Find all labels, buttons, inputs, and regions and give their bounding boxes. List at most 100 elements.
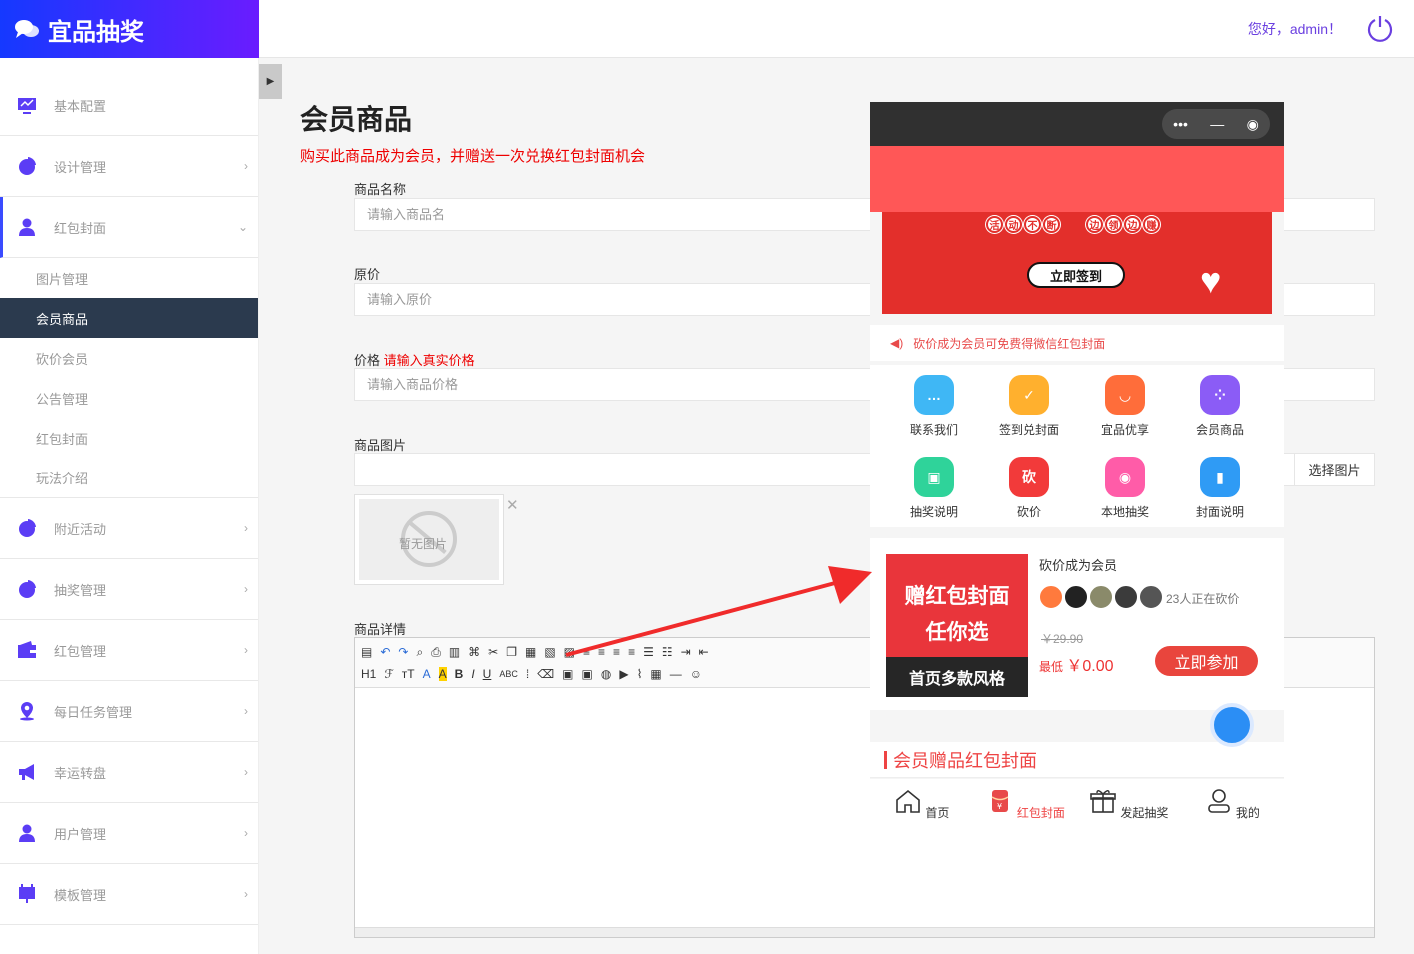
sidebar-sub-play-intro[interactable]: 玩法介绍 [0, 458, 258, 498]
tab-red-cover[interactable]: ¥ 红包封面 [974, 779, 1078, 850]
select-image-button[interactable]: 选择图片 [1294, 453, 1375, 486]
sidebar-sub-image-manage[interactable]: 图片管理 [0, 258, 258, 298]
sidebar-item-user-manage[interactable]: 用户管理 › [0, 803, 258, 864]
multi-image-icon[interactable]: ▣ [582, 667, 593, 681]
strikethrough-button[interactable]: ABC [499, 669, 518, 679]
highlight-button[interactable]: A [438, 667, 447, 681]
font-size-button[interactable]: тT [402, 667, 415, 681]
emoticon-icon[interactable]: ☺ [690, 667, 702, 681]
sidebar-sub-bargain-member[interactable]: 砍价会员 [0, 338, 258, 378]
sidebar-sub-member-goods[interactable]: 会员商品 [0, 298, 258, 338]
sidebar-item-daily-task[interactable]: 每日任务管理 › [0, 681, 258, 742]
paste-icon[interactable]: ▦ [525, 645, 536, 659]
font-color-button[interactable]: A [423, 667, 431, 681]
paste-word-icon[interactable]: ▨ [564, 645, 575, 659]
grid-item-bargain[interactable]: 砍 砍价 [981, 457, 1077, 520]
template-icon[interactable]: ▥ [449, 645, 460, 659]
grid-item-lottery-intro[interactable]: ▣ 抽奖说明 [886, 457, 982, 520]
signin-banner[interactable]: 活 动 不 断 边 领 边 赚 立即签到 ♥ [882, 212, 1272, 314]
sidebar-item-lottery[interactable]: 抽奖管理 › [0, 559, 258, 620]
grid-item-cover-intro[interactable]: ▮ 封面说明 [1172, 457, 1268, 520]
customer-service-button[interactable] [1210, 703, 1254, 747]
preview-icon[interactable]: ⌕ [416, 645, 423, 660]
grid-item-yipin[interactable]: ◡ 宜品优享 [1077, 375, 1173, 438]
paste-text-icon[interactable]: ▧ [544, 645, 555, 659]
align-right-icon[interactable]: ≡ [613, 645, 620, 659]
hr-icon[interactable]: ― [670, 667, 682, 681]
grid-item-signin[interactable]: ✓ 签到兑封面 [981, 375, 1077, 438]
avatar [1064, 585, 1088, 609]
sidebar-item-lucky-wheel[interactable]: 幸运转盘 › [0, 742, 258, 803]
tab-start-lottery[interactable]: 发起抽奖 [1077, 779, 1181, 850]
grid-item-contact[interactable]: … 联系我们 [886, 375, 982, 438]
phone-header-red [870, 146, 1284, 212]
sidebar-item-label: 设计管理 [54, 159, 107, 175]
sidebar-sub-red-cover[interactable]: 红包封面 [0, 418, 258, 458]
align-center-icon[interactable]: ≡ [598, 645, 605, 659]
price-hint: 请输入真实价格 [383, 353, 475, 368]
orig-price-label: 原价 [354, 267, 381, 282]
board-icon [19, 884, 35, 903]
table-icon[interactable]: ▦ [650, 667, 661, 681]
flash-icon[interactable]: ◍ [601, 667, 611, 681]
sidebar-item-label: 附近活动 [54, 521, 107, 537]
align-left-icon[interactable]: ≡ [583, 645, 590, 659]
eraser-icon[interactable]: ⌫ [537, 667, 554, 681]
calendar-check-icon: ✓ [1009, 375, 1049, 415]
font-family-button[interactable]: ℱ [384, 667, 393, 681]
print-icon[interactable]: ⎙ [431, 645, 441, 660]
grid-item-member-goods[interactable]: ⁘ 会员商品 [1172, 375, 1268, 438]
close-circle-icon[interactable]: ◉ [1247, 116, 1259, 133]
sidebar-toggle-button[interactable]: ▶ [259, 64, 282, 99]
sidebar-item-basic-config[interactable]: 基本配置 [0, 58, 258, 136]
join-button[interactable]: 立即参加 [1155, 646, 1258, 676]
grid-item-local-lottery[interactable]: ◉ 本地抽奖 [1077, 457, 1173, 520]
page-note: 购买此商品成为会员，并赠送一次兑换红包封面机会 [300, 148, 646, 165]
media-icon[interactable]: ▶ [619, 667, 628, 681]
tab-mine[interactable]: 我的 [1181, 779, 1285, 850]
italic-button[interactable]: I [471, 667, 474, 681]
underline-button[interactable]: U [483, 667, 492, 681]
undo-icon[interactable]: ↶ [380, 645, 390, 659]
avatar [1114, 585, 1138, 609]
apps-icon: ⁘ [1200, 375, 1240, 415]
sidebar-item-design[interactable]: 设计管理 › [0, 136, 258, 197]
app-logo[interactable]: 宜品抽奖 [0, 0, 259, 58]
sidebar-item-red-cover[interactable]: 红包封面 ⌄ [0, 197, 258, 258]
justify-icon[interactable]: ≡ [628, 645, 635, 659]
indent-icon[interactable]: ⇥ [681, 645, 691, 659]
copy-icon[interactable]: ❐ [506, 645, 517, 659]
sidebar-item-template[interactable]: 模板管理 › [0, 864, 258, 925]
sidebar-item-label: 每日任务管理 [54, 704, 133, 720]
user-icon [19, 824, 35, 842]
minimize-icon[interactable]: — [1210, 116, 1224, 132]
code-icon[interactable]: ⌘ [468, 645, 480, 659]
outdent-icon[interactable]: ⇤ [699, 645, 709, 659]
unordered-list-icon[interactable]: ☷ [662, 645, 673, 659]
pie-chart-icon [19, 519, 36, 537]
source-icon[interactable]: ▤ [361, 645, 372, 659]
power-icon[interactable] [1366, 14, 1394, 42]
bargain-count: 23人正在砍价 [1166, 592, 1240, 606]
sidebar-sub-notice-manage[interactable]: 公告管理 [0, 378, 258, 418]
miniprogram-capsule[interactable]: ••• — ◉ [1162, 109, 1270, 139]
signin-button[interactable]: 立即签到 [1027, 262, 1125, 288]
sidebar-item-label: 基本配置 [54, 98, 107, 114]
redo-icon[interactable]: ↷ [398, 645, 408, 659]
ordered-list-icon[interactable]: ☰ [643, 645, 654, 659]
sidebar-item-nearby[interactable]: 附近活动 › [0, 498, 258, 559]
image-insert-icon[interactable]: ▣ [562, 667, 573, 681]
line-height-icon[interactable]: ⁞ [526, 667, 529, 681]
tab-home[interactable]: 首页 [870, 779, 974, 850]
sidebar-item-redpacket[interactable]: 红包管理 › [0, 620, 258, 681]
image-thumbnail: 暂无图片 [354, 494, 504, 585]
goods-detail-label: 商品详情 [354, 622, 407, 637]
attachment-icon[interactable]: ⌇ [637, 667, 643, 681]
remove-image-icon[interactable]: ✕ [506, 496, 519, 514]
speaker-icon: ◀) [890, 336, 904, 350]
bold-button[interactable]: B [455, 667, 464, 681]
bargain-card[interactable]: 赠红包封面 任你选 首页多款风格 砍价成为会员 23人正在砍价 ￥29.90 最… [870, 538, 1284, 710]
more-icon[interactable]: ••• [1173, 116, 1188, 132]
heading-button[interactable]: H1 [361, 667, 376, 681]
cut-icon[interactable]: ✂ [488, 645, 498, 659]
